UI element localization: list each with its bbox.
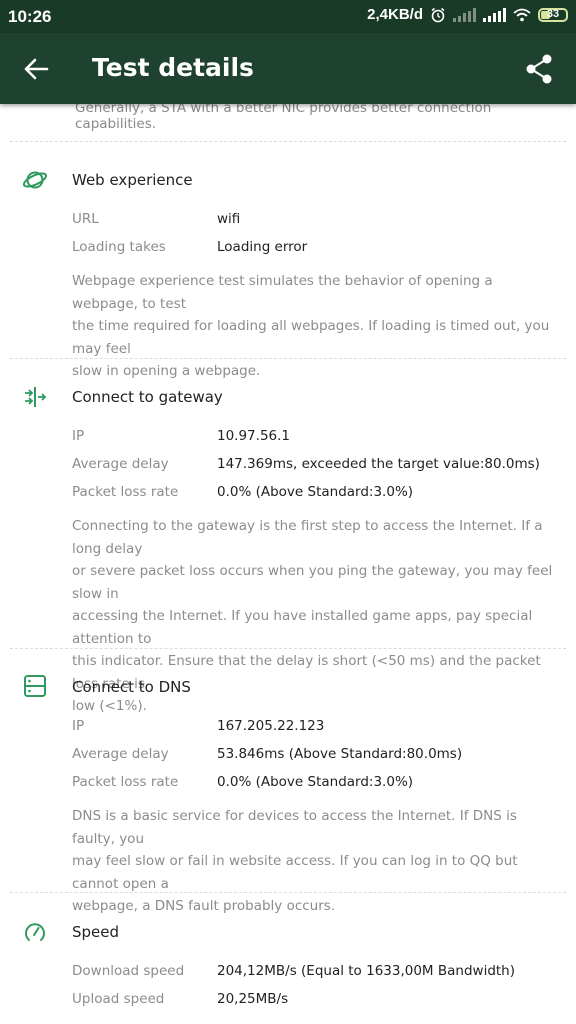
status-bar: 10:26 2,4KB/d 33 (0, 0, 576, 33)
web-experience-description: Webpage experience test simulates the be… (72, 270, 558, 383)
label-loading-takes: Loading takes (72, 239, 166, 255)
value-ip: 167.205.22.123 (217, 718, 325, 734)
desc-line: low (<1%). (72, 698, 147, 714)
network-speed: 2,4KB/d (367, 6, 423, 23)
app-bar: Test details (0, 33, 576, 104)
desc-line: the time required for loading all webpag… (72, 318, 550, 357)
alarm-icon (431, 7, 445, 22)
desc-line: accessing the Internet. If you have inst… (72, 608, 533, 647)
battery-level: 33 (546, 7, 560, 20)
label-packet-loss-rate: Packet loss rate (72, 774, 179, 790)
desc-line: or severe packet loss occurs when you pi… (72, 563, 553, 602)
gateway-transfer-icon (25, 387, 47, 407)
share-icon[interactable] (524, 53, 554, 85)
dns-description: DNS is a basic service for devices to ac… (72, 805, 558, 918)
desc-line: may feel slow or fail in website access.… (72, 853, 518, 892)
divider (10, 648, 566, 649)
battery-icon: 33 (538, 7, 568, 22)
label-ip: IP (72, 428, 85, 444)
label-ip: IP (72, 718, 85, 734)
label-url: URL (72, 211, 99, 227)
signal-sim1-icon (453, 7, 476, 22)
value-packet-loss-rate: 0.0% (Above Standard:3.0%) (217, 484, 414, 500)
value-ip: 10.97.56.1 (217, 428, 290, 444)
label-average-delay: Average delay (72, 456, 169, 472)
page-title: Test details (92, 53, 254, 82)
value-download-speed: 204,12MB/s (Equal to 1633,00M Bandwidth) (217, 963, 516, 979)
label-average-delay: Average delay (72, 746, 169, 762)
status-time: 10:26 (8, 7, 52, 26)
value-packet-loss-rate: 0.0% (Above Standard:3.0%) (217, 774, 414, 790)
section-title-gateway: Connect to gateway (72, 388, 223, 406)
speedometer-icon (25, 923, 45, 941)
section-title-speed: Speed (72, 923, 120, 941)
signal-sim2-icon (483, 7, 506, 22)
desc-line: Webpage experience test simulates the be… (72, 273, 493, 312)
value-url: wifi (217, 211, 241, 227)
value-upload-speed: 20,25MB/s (217, 991, 289, 1007)
section-title-web-experience: Web experience (72, 171, 193, 189)
value-loading-takes: Loading error (217, 239, 308, 255)
planet-icon (22, 171, 48, 189)
value-average-delay: 147.369ms, exceeded the target value:80.… (217, 456, 540, 472)
back-arrow-icon[interactable] (22, 55, 50, 83)
intro-text: Generally, a STA with a better NIC provi… (75, 100, 492, 132)
divider (10, 141, 566, 142)
wifi-icon (513, 8, 531, 21)
value-average-delay: 53.846ms (Above Standard:80.0ms) (217, 746, 463, 762)
desc-line: slow in opening a webpage. (72, 363, 261, 379)
dns-server-icon (24, 675, 46, 697)
label-download-speed: Download speed (72, 963, 185, 979)
divider (10, 358, 566, 359)
section-title-dns: Connect to DNS (72, 678, 191, 696)
divider (10, 892, 566, 893)
desc-line: webpage, a DNS fault probably occurs. (72, 898, 336, 914)
desc-line: Connecting to the gateway is the first s… (72, 518, 543, 557)
desc-line: DNS is a basic service for devices to ac… (72, 808, 517, 847)
label-packet-loss-rate: Packet loss rate (72, 484, 179, 500)
label-upload-speed: Upload speed (72, 991, 165, 1007)
